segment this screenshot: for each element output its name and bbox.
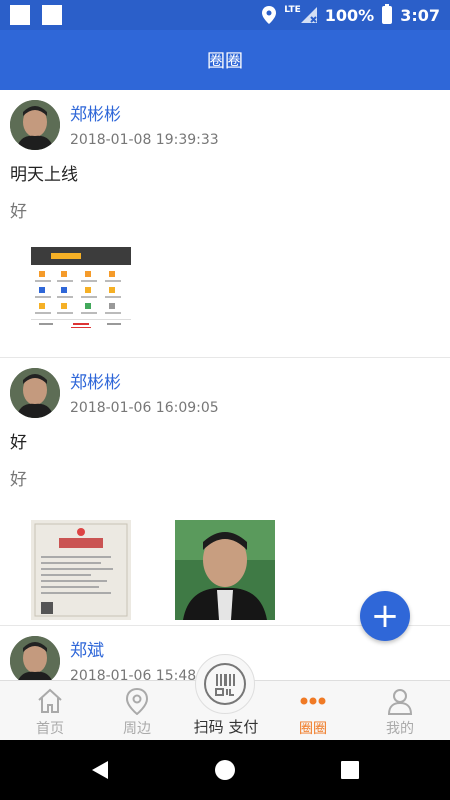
nav-label: 我的 xyxy=(386,721,414,737)
post-header: 郑彬彬 2018-01-08 19:39:33 xyxy=(0,90,450,158)
post-author[interactable]: 郑斌 xyxy=(70,636,104,661)
app-screen: LTE 100% 3:07 圈圈 郑彬彬 2018-01-08 19:39:33… xyxy=(0,0,450,800)
signal-icon xyxy=(300,7,317,23)
nav-item-nearby[interactable]: 周边 xyxy=(102,685,172,739)
network-type: LTE xyxy=(284,5,301,15)
notification-icon xyxy=(10,5,30,25)
avatar-image xyxy=(10,368,60,418)
scan-pay-button[interactable] xyxy=(195,654,255,714)
post-body: 好 xyxy=(10,202,27,222)
avatar[interactable] xyxy=(10,100,60,150)
post-time: 2018-01-06 16:09:05 xyxy=(70,400,219,416)
location-icon xyxy=(262,6,277,24)
status-bar-right: LTE 100% 3:07 xyxy=(262,0,440,30)
page-title: 圈圈 xyxy=(207,51,243,72)
title-bar: 圈圈 xyxy=(0,30,450,90)
post-body: 好 xyxy=(10,470,27,490)
status-bar: LTE 100% 3:07 xyxy=(0,0,450,30)
post-image[interactable] xyxy=(31,247,131,347)
more-dots-icon xyxy=(300,697,326,705)
post-images xyxy=(0,234,450,374)
battery-icon xyxy=(382,4,393,24)
location-pin-icon xyxy=(125,687,149,715)
post-item[interactable]: 郑彬彬 2018-01-08 19:39:33 明天上线 好 xyxy=(0,90,450,358)
user-icon xyxy=(387,689,413,715)
post-author[interactable]: 郑彬彬 xyxy=(70,100,121,125)
post-header: 郑彬彬 2018-01-06 16:09:05 xyxy=(0,358,450,426)
battery-percent: 100% xyxy=(324,5,375,25)
back-icon[interactable] xyxy=(90,760,110,780)
avatar[interactable] xyxy=(10,636,60,680)
nav-item-circle[interactable]: 圈圈 xyxy=(278,685,348,739)
add-post-button[interactable]: + xyxy=(360,591,410,641)
notification-icon xyxy=(42,5,62,25)
nav-label: 周边 xyxy=(123,721,151,737)
avatar-image xyxy=(10,636,60,680)
recents-icon[interactable] xyxy=(341,761,359,779)
home-button-icon[interactable] xyxy=(215,760,235,780)
post-time: 2018-01-08 19:39:33 xyxy=(70,132,219,148)
nav-item-mine[interactable]: 我的 xyxy=(365,685,435,739)
post-item[interactable]: 郑彬彬 2018-01-06 16:09:05 好 好 xyxy=(0,358,450,626)
post-title: 明天上线 xyxy=(10,165,78,185)
avatar[interactable] xyxy=(10,368,60,418)
post-title: 好 xyxy=(10,433,27,453)
clock: 3:07 xyxy=(400,5,440,25)
nav-item-home[interactable]: 首页 xyxy=(15,685,85,739)
post-image[interactable] xyxy=(31,520,131,620)
home-icon xyxy=(38,688,62,713)
scan-pay-label[interactable]: 扫码 支付 xyxy=(186,716,266,737)
nav-label: 圈圈 xyxy=(299,721,327,737)
nav-label: 首页 xyxy=(36,721,64,737)
post-time: 2018-01-06 15:48:3 xyxy=(70,668,210,680)
post-author[interactable]: 郑彬彬 xyxy=(70,368,121,393)
system-nav-bar xyxy=(0,740,450,800)
post-image[interactable] xyxy=(175,520,275,620)
scan-pay-icon xyxy=(204,663,246,705)
avatar-image xyxy=(10,100,60,150)
